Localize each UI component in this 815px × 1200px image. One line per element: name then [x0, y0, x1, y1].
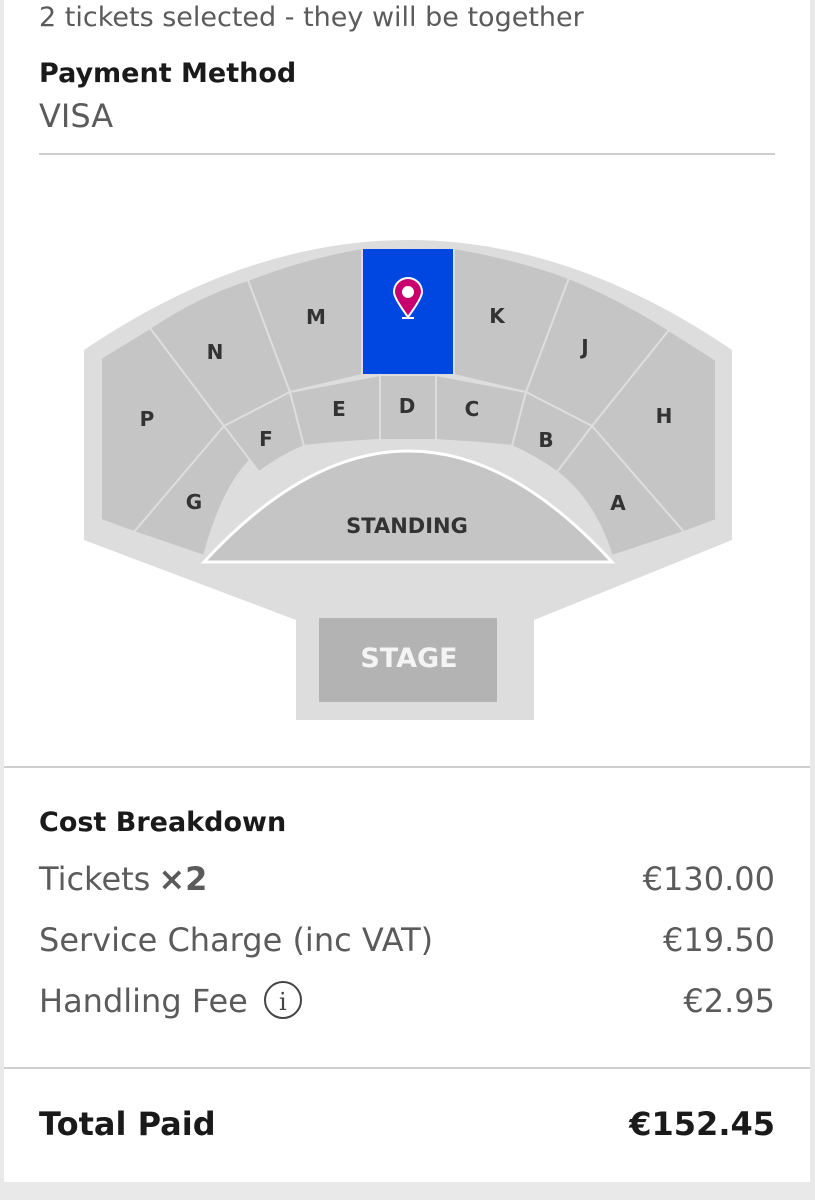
total-paid-row: Total Paid €152.45 — [39, 1105, 775, 1149]
section-G-label: G — [186, 490, 202, 514]
handling-fee-price: €2.95 — [683, 982, 775, 1020]
section-P-label: P — [140, 407, 155, 431]
service-charge-price: €19.50 — [663, 921, 775, 959]
info-icon[interactable]: i — [263, 981, 302, 1019]
section-E-label: E — [332, 397, 346, 421]
section-D-label: D — [399, 394, 416, 418]
section-K-label: K — [489, 304, 506, 328]
section-J-label: J — [579, 335, 588, 359]
divider — [4, 1067, 810, 1069]
divider — [4, 766, 810, 768]
order-summary-card: 2 tickets selected - they will be togeth… — [4, 0, 810, 1182]
payment-method-label: Payment Method — [39, 58, 297, 89]
standing-label: STANDING — [346, 514, 468, 538]
section-B-label: B — [538, 428, 553, 452]
cost-row-tickets: Tickets ×2 €130.00 — [39, 860, 775, 904]
service-charge-label: Service Charge (inc VAT) — [39, 921, 434, 959]
tickets-selected-note: 2 tickets selected - they will be togeth… — [39, 2, 584, 33]
section-A-label: A — [610, 491, 626, 515]
seat-map-svg[interactable]: STAGE P N M K J H G F E D C B A STANDING — [4, 170, 810, 730]
handling-fee-label: Handling Fee — [39, 982, 248, 1020]
divider — [39, 153, 775, 155]
section-N-label: N — [207, 340, 224, 364]
total-paid-value: €152.45 — [629, 1105, 775, 1143]
cost-row-handling-fee: Handling Fee i €2.95 — [39, 981, 775, 1026]
section-H-label: H — [656, 404, 673, 428]
cost-breakdown-title: Cost Breakdown — [39, 807, 287, 838]
tickets-label: Tickets — [39, 860, 151, 898]
tickets-price: €130.00 — [642, 860, 775, 898]
stage-label: STAGE — [360, 643, 457, 674]
section-C-label: C — [465, 397, 480, 421]
payment-method-value: VISA — [39, 97, 114, 135]
cost-row-service-charge: Service Charge (inc VAT) €19.50 — [39, 921, 775, 965]
total-paid-label: Total Paid — [39, 1105, 216, 1143]
section-F-label: F — [259, 427, 273, 451]
tickets-quantity: ×2 — [158, 860, 208, 898]
section-M-label: M — [306, 305, 326, 329]
seat-map[interactable]: STAGE P N M K J H G F E D C B A STANDING — [4, 170, 810, 730]
